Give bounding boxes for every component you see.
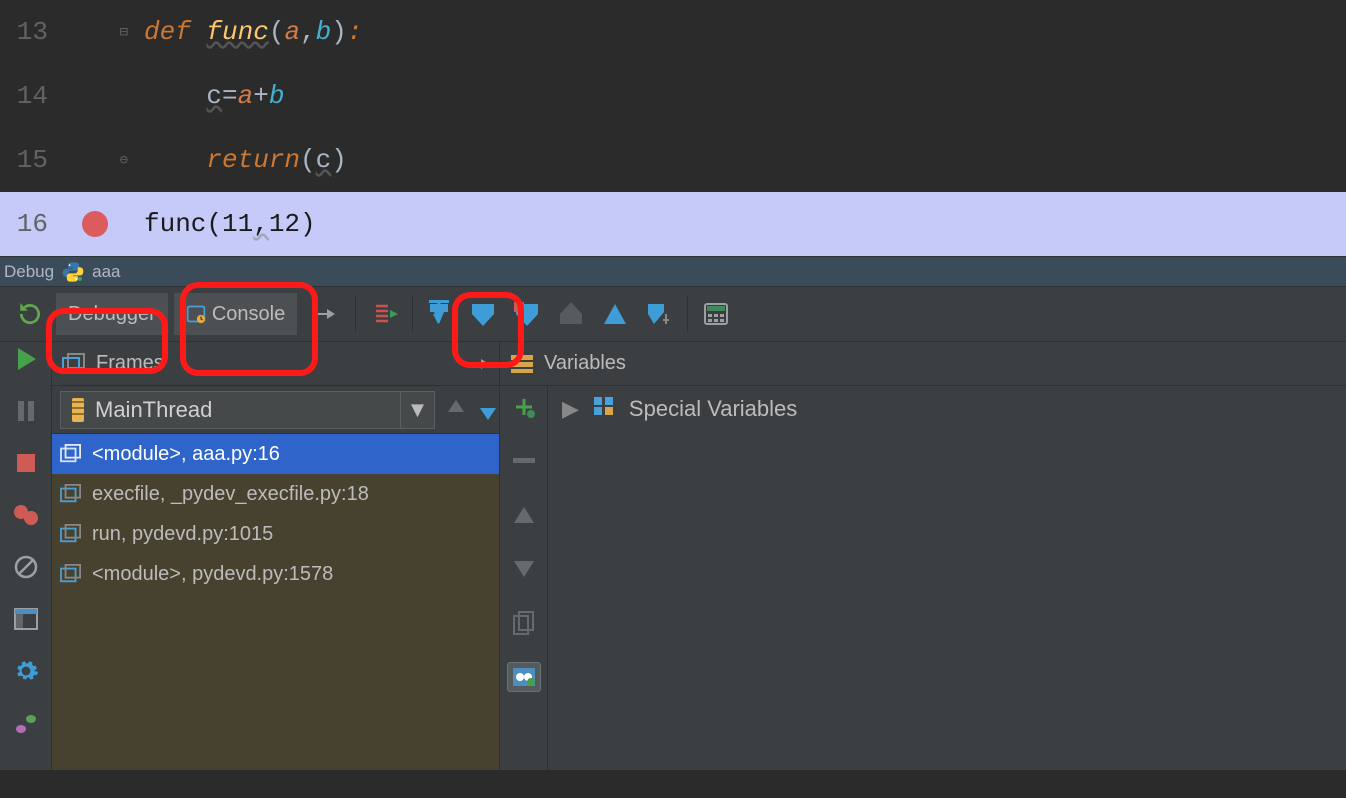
resume-button[interactable] [11,344,41,374]
move-down-button[interactable] [509,554,539,584]
toggle-auto-icon[interactable] [303,292,347,336]
stack-frame-label: run, pydevd.py:1015 [92,523,273,546]
stack-frame-item[interactable]: run, pydevd.py:1015 [52,514,499,554]
debug-title-label: Debug [4,262,54,282]
thread-name: MainThread [95,397,212,423]
chevron-down-icon: ▼ [400,392,434,428]
frames-panel: Frames MainThread ▼ <module>, aaa.py:16 e… [52,342,500,770]
variables-panel-header: Variables [500,342,1346,386]
show-execution-point-button[interactable] [364,292,408,336]
call-stack-list[interactable]: <module>, aaa.py:16 execfile, _pydev_exec… [52,434,499,770]
code-text: return(c) [132,145,1346,175]
evaluate-expression-button[interactable] [694,292,738,336]
code-line[interactable]: 13⊟def func(a,b): [0,0,1346,64]
layout-settings-button[interactable] [11,604,41,634]
step-into-button[interactable] [461,292,505,336]
mute-breakpoints-button[interactable] [11,552,41,582]
show-watches-button[interactable] [507,662,541,692]
gutter[interactable] [58,211,132,237]
debugger-tab[interactable]: Debugger [56,293,168,335]
console-tab[interactable]: Console [174,293,297,335]
frames-panel-header: Frames [52,342,499,386]
variables-icon [510,354,534,374]
toolbar-separator [355,296,356,332]
code-text: c=a+b [132,81,1346,111]
frames-header-label: Frames [96,352,164,375]
line-number: 15 [0,145,58,175]
hide-frames-icon[interactable] [469,358,489,370]
line-number: 14 [0,81,58,111]
view-breakpoints-button[interactable] [11,500,41,530]
code-line[interactable]: 14 c=a+b [0,64,1346,128]
thread-selector-row: MainThread ▼ [52,386,499,434]
code-line[interactable]: 15⊖ return(c) [0,128,1346,192]
debug-toolbar: Debugger Console [0,286,1346,342]
stack-frame-label: <module>, aaa.py:16 [92,443,280,466]
stack-frame-item[interactable]: execfile, _pydev_execfile.py:18 [52,474,499,514]
stack-frame-label: execfile, _pydev_execfile.py:18 [92,483,369,506]
code-editor[interactable]: 13⊟def func(a,b):14 c=a+b15⊖ return(c)16… [0,0,1346,256]
previous-frame-button[interactable] [445,398,467,422]
step-out-button[interactable] [549,292,593,336]
thread-icon [69,396,87,424]
expand-arrow-icon[interactable]: ▶ [562,396,579,422]
toolbar-separator [412,296,413,332]
variables-toolbar [500,386,548,770]
remove-watch-button[interactable] [509,446,539,476]
stack-frame-label: <module>, pydevd.py:1578 [92,563,333,586]
add-watch-button[interactable] [509,392,539,422]
code-text: func(11,12) [132,209,1346,239]
special-vars-icon [593,396,615,416]
toolbar-separator [687,296,688,332]
stop-button[interactable] [11,448,41,478]
console-tab-label: Console [212,303,285,326]
debug-left-rail [0,342,52,770]
breakpoint-icon[interactable] [82,211,108,237]
line-number: 13 [0,17,58,47]
variables-panel: Variables [500,342,1346,770]
code-text: def func(a,b): [132,17,1346,47]
step-over-button[interactable] [417,292,461,336]
stack-frame-item[interactable]: <module>, aaa.py:16 [52,434,499,474]
stack-frame-item[interactable]: <module>, pydevd.py:1578 [52,554,499,594]
frames-icon [62,353,86,375]
code-line[interactable]: 16 func(11,12) [0,192,1346,256]
force-step-into-button[interactable] [505,292,549,336]
debugger-tab-label: Debugger [68,303,156,326]
run-to-cursor-button[interactable] [593,292,637,336]
next-frame-button[interactable] [477,398,499,422]
debug-tool-window-title: Debug aaa [0,256,1346,286]
variables-header-label: Variables [544,352,626,375]
python-icon [62,261,84,283]
thread-dropdown[interactable]: MainThread ▼ [60,391,435,429]
variables-tree[interactable]: ▶ Special Variables [548,386,1346,770]
special-variables-label: Special Variables [629,396,797,422]
smart-step-into-button[interactable] [637,292,681,336]
rerun-button[interactable] [8,292,52,336]
move-up-button[interactable] [509,500,539,530]
pause-button[interactable] [11,396,41,426]
settings-gear-button[interactable] [11,656,41,686]
debug-panels: Frames MainThread ▼ <module>, aaa.py:16 e… [0,342,1346,770]
console-icon [186,304,206,324]
run-config-name: aaa [92,262,120,282]
pin-tab-button[interactable] [11,708,41,738]
line-number: 16 [0,209,58,239]
duplicate-watch-button[interactable] [509,608,539,638]
